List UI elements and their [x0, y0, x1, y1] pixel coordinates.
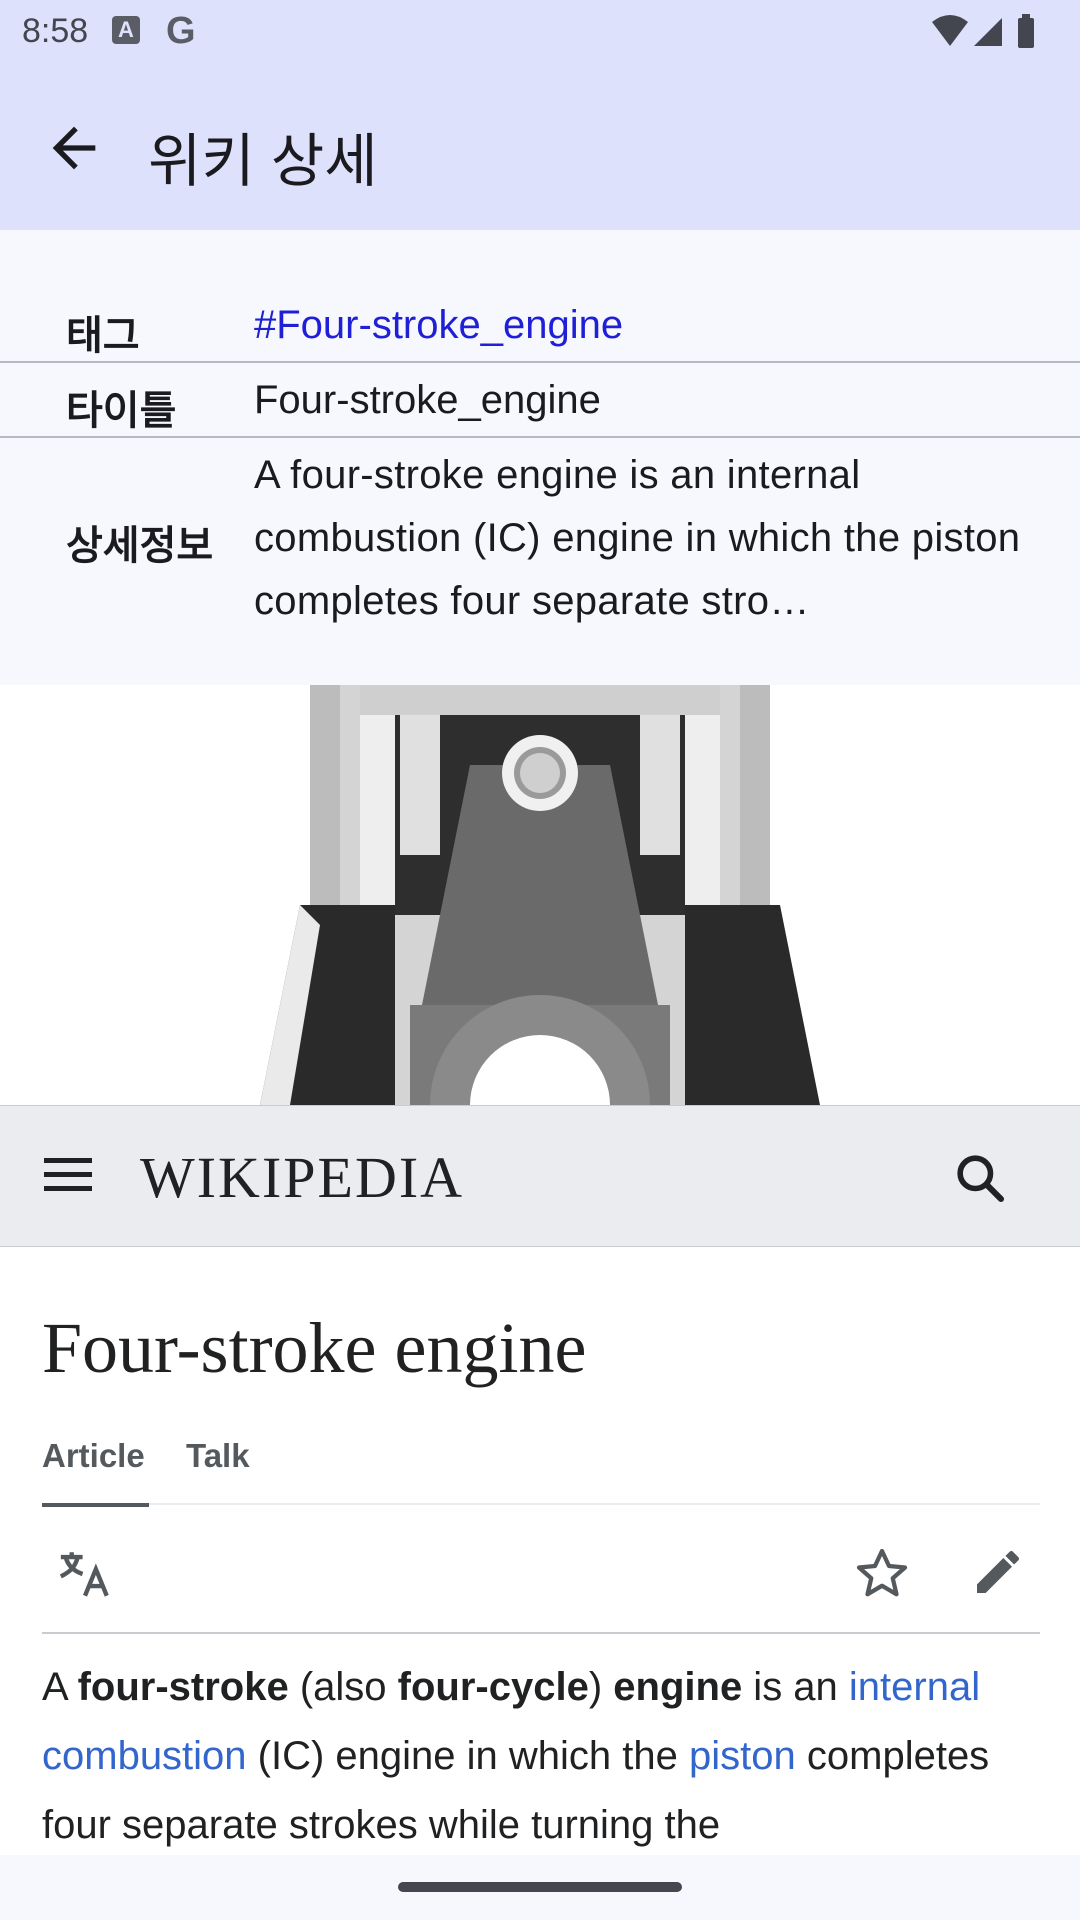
piston-link[interactable]: piston: [689, 1734, 796, 1778]
bold-term: four-cycle: [397, 1665, 589, 1709]
detail-value: A four-stroke engine is an internal comb…: [254, 453, 1021, 623]
article-paragraph: A four-stroke (also four-cycle) engine i…: [42, 1653, 1042, 1855]
tag-label: 태그: [66, 314, 140, 358]
article-image: [0, 685, 1080, 1105]
action-divider: [42, 1632, 1040, 1634]
hamburger-menu-icon[interactable]: [42, 1152, 94, 1196]
bold-term: engine: [613, 1665, 743, 1709]
translate-icon[interactable]: [56, 1545, 114, 1603]
arrow-back-icon[interactable]: [42, 116, 106, 180]
app-bar: 위키 상세: [0, 64, 1080, 230]
info-table: 태그 #Four-stroke_engine 타이틀 Four-stroke_e…: [0, 230, 1080, 685]
row-divider: [0, 361, 1080, 363]
status-time: 8:58: [22, 12, 89, 50]
title-value: Four-stroke_engine: [254, 378, 601, 422]
piston-image: [260, 685, 820, 1105]
text-run: (also: [288, 1665, 398, 1709]
wikipedia-header: WIKIPEDIA: [0, 1105, 1080, 1248]
edit-icon[interactable]: [970, 1544, 1026, 1600]
wifi-icon: [932, 15, 968, 46]
row-divider: [0, 436, 1080, 438]
status-bar: 8:58 A G: [0, 0, 1080, 64]
tag-link[interactable]: #Four-stroke_engine: [254, 303, 623, 348]
text-run: A: [42, 1665, 78, 1709]
article-title: Four-stroke engine: [42, 1308, 587, 1388]
text-run: (IC) engine in which the: [246, 1734, 690, 1778]
navigation-bar: [0, 1855, 1080, 1920]
status-icons: [932, 14, 1034, 48]
text-run: is an: [742, 1665, 849, 1709]
signal-icon: [974, 18, 1002, 46]
wikipedia-logo[interactable]: WIKIPEDIA: [140, 1144, 464, 1211]
text-run: ): [588, 1665, 614, 1709]
a-notification-icon: A: [112, 16, 140, 44]
detail-label: 상세정보: [66, 524, 214, 568]
battery-icon: [1018, 18, 1034, 48]
star-icon[interactable]: [852, 1544, 912, 1604]
tab-talk[interactable]: Talk: [186, 1437, 250, 1475]
tab-article[interactable]: Article: [42, 1437, 145, 1475]
gesture-handle[interactable]: [398, 1882, 682, 1892]
title-label: 타이틀: [66, 389, 177, 433]
google-icon: G: [166, 10, 196, 52]
page-title: 위키 상세: [148, 129, 378, 194]
article-content: Four-stroke engine Article Talk A four-s…: [0, 1247, 1080, 1855]
tab-active-indicator: [42, 1503, 149, 1507]
search-icon[interactable]: [952, 1150, 1008, 1206]
bold-term: four-stroke: [77, 1665, 289, 1709]
tabs-divider: [42, 1503, 1040, 1505]
